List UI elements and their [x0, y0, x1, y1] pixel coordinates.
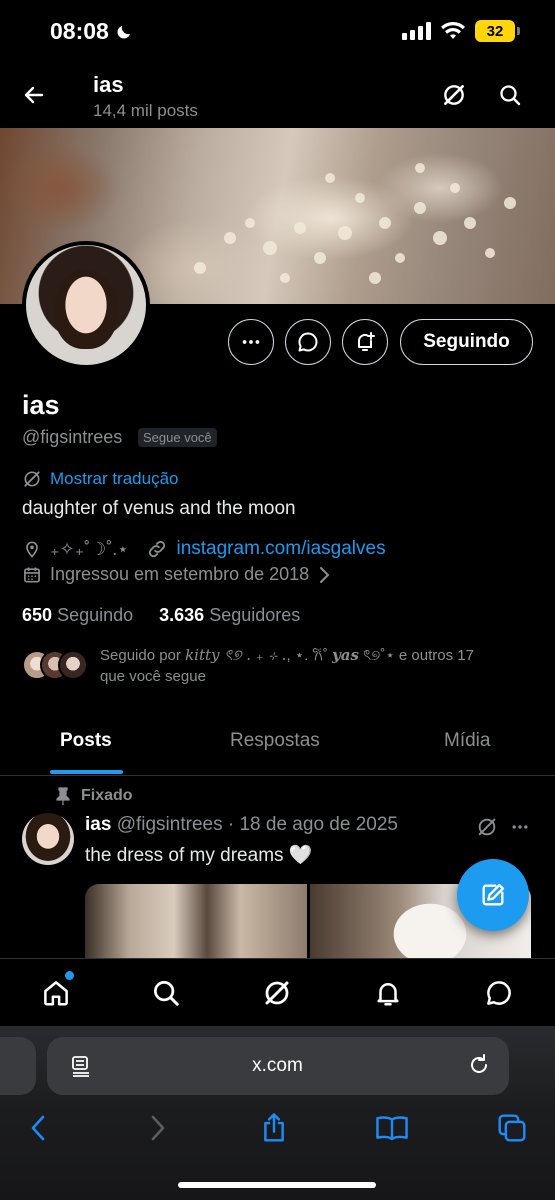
profile-tabs: Posts Respostas Mídia	[0, 720, 555, 776]
bell-plus-icon	[358, 332, 375, 351]
header-post-count: 14,4 mil posts	[93, 101, 198, 120]
following-stat[interactable]: 650 Seguindo	[22, 605, 133, 626]
post-grok-button[interactable]	[470, 810, 504, 844]
grok-icon	[24, 471, 40, 487]
tabs-icon	[498, 1114, 526, 1142]
tab-replies[interactable]: Respostas	[230, 730, 320, 752]
profile-website-link[interactable]: instagram.com/iasgalves	[176, 538, 385, 560]
nav-grok[interactable]	[257, 973, 297, 1013]
nav-messages[interactable]	[479, 973, 519, 1013]
search-icon	[154, 981, 179, 1006]
mutual-followers-avatars[interactable]	[22, 650, 88, 680]
battery-indicator: 32	[475, 20, 520, 42]
nav-search[interactable]	[146, 973, 186, 1013]
wifi-icon	[441, 22, 465, 39]
link-icon	[149, 540, 166, 558]
browser-tabs-button[interactable]	[494, 1110, 530, 1146]
browser-bookmarks-button[interactable]	[374, 1110, 410, 1146]
profile-handle: @figsintrees	[22, 427, 123, 447]
grok-icon	[478, 818, 496, 836]
pin-icon	[56, 787, 70, 805]
profile-bio: daughter of venus and the moon	[22, 498, 296, 519]
search-icon	[500, 85, 521, 106]
home-indicator	[178, 1182, 376, 1188]
chevron-right-icon	[320, 566, 330, 583]
show-translation-link[interactable]: Mostrar tradução	[22, 469, 179, 489]
bottom-navigation	[0, 958, 555, 1026]
status-indicators: 32	[402, 20, 520, 42]
post-more-button[interactable]	[503, 810, 537, 844]
profile-display-name: ias	[22, 390, 60, 420]
calendar-icon	[24, 567, 40, 582]
notifications-toggle-button[interactable]	[342, 319, 388, 365]
profile-joined-row[interactable]: Ingressou em setembro de 2018	[22, 564, 331, 585]
browser-back-button[interactable]	[20, 1110, 56, 1146]
post-header: ias @figsintrees · 18 de ago de 2025	[85, 814, 398, 836]
chat-bubble-icon	[487, 981, 511, 1005]
notification-dot	[65, 971, 74, 980]
follows-you-badge: Segue você	[138, 428, 217, 447]
moon-icon	[117, 25, 130, 39]
profile-meta-row: ₊✧₊˚☽˚.⋆ instagram.com/iasgalves	[22, 538, 386, 560]
active-tab-indicator	[50, 770, 123, 774]
book-icon	[376, 1116, 408, 1141]
nav-notifications[interactable]	[368, 973, 408, 1013]
post-text: the dress of my dreams 🤍	[85, 845, 313, 866]
grok-icon	[265, 981, 289, 1005]
nav-home[interactable]	[36, 971, 76, 1013]
follow-stats: 650 Seguindo 3.636 Seguidores	[22, 605, 300, 626]
mutual-followers-text[interactable]: Seguido por kitty ৎ୭ . ₊ ⊹ ., ⋆. 𐙚˚ yas …	[100, 645, 530, 687]
post-author-avatar[interactable]	[22, 813, 74, 865]
profile-location: ₊✧₊˚☽˚.⋆	[50, 538, 129, 559]
more-horizontal-icon	[242, 340, 260, 344]
followers-stat[interactable]: 3.636 Seguidores	[159, 605, 300, 626]
status-time: 08:08	[50, 18, 133, 45]
grok-icon	[444, 85, 464, 105]
home-icon	[44, 981, 68, 1006]
post-date[interactable]: · 18 de ago de 2025	[228, 814, 398, 835]
grok-button[interactable]	[437, 78, 471, 112]
post-author-handle[interactable]: @figsintrees	[117, 814, 223, 835]
share-icon	[264, 1113, 284, 1142]
reload-button[interactable]	[467, 1052, 491, 1083]
chevron-right-icon	[151, 1115, 165, 1141]
search-button[interactable]	[493, 78, 527, 112]
post-image-1[interactable]	[85, 884, 307, 959]
compose-icon	[482, 883, 505, 906]
avatar	[58, 650, 88, 680]
compose-post-button[interactable]	[457, 859, 529, 931]
tab-media[interactable]: Mídia	[444, 730, 490, 752]
browser-forward-button[interactable]	[140, 1110, 176, 1146]
show-translation-label: Mostrar tradução	[50, 469, 179, 488]
message-button[interactable]	[285, 319, 331, 365]
chat-bubble-icon	[298, 332, 318, 352]
more-horizontal-icon	[512, 825, 528, 829]
chevron-left-icon	[31, 1115, 45, 1141]
profile-avatar[interactable]	[22, 241, 150, 369]
signal-icon	[402, 22, 431, 40]
arrow-left-icon	[24, 86, 44, 104]
reload-icon	[471, 1054, 487, 1073]
profile-joined-date: Ingressou em setembro de 2018	[50, 564, 310, 584]
following-button[interactable]: Seguindo	[400, 319, 533, 365]
more-options-button[interactable]	[228, 319, 274, 365]
browser-share-button[interactable]	[256, 1110, 292, 1146]
pinned-label: Fixado	[55, 787, 133, 805]
header-title: ias	[93, 72, 124, 97]
location-pin-icon	[26, 541, 38, 558]
tab-posts[interactable]: Posts	[60, 730, 112, 752]
bell-icon	[377, 983, 399, 1006]
post-author-name[interactable]: ias	[85, 814, 111, 835]
back-button[interactable]	[17, 78, 51, 112]
